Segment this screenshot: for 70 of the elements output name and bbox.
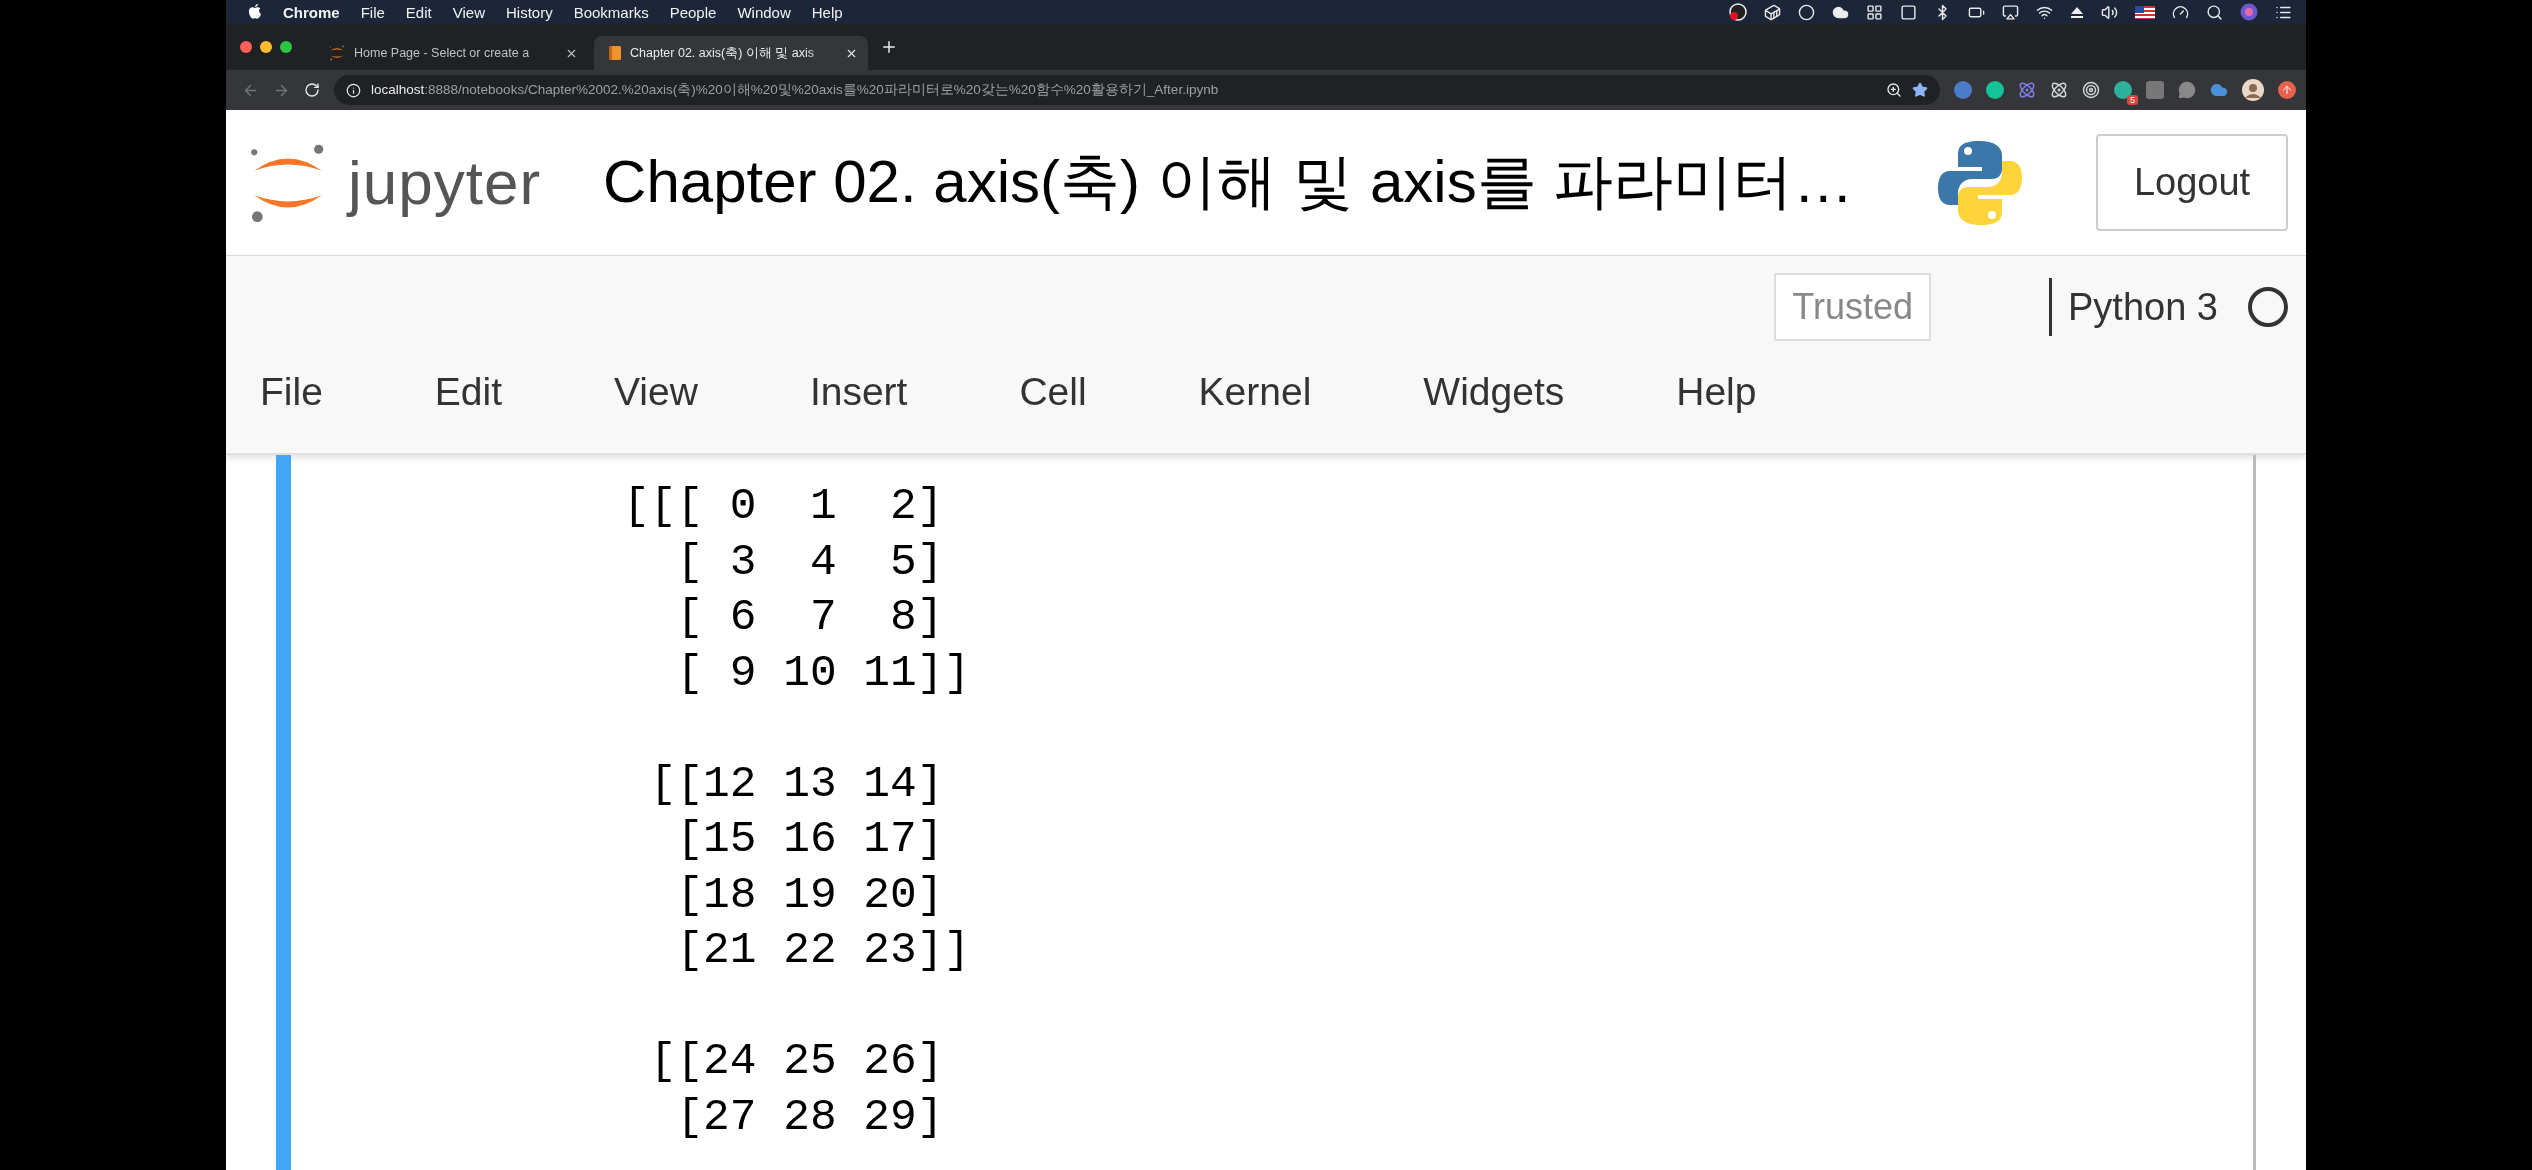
- menu-item[interactable]: Widgets: [1423, 360, 1565, 424]
- menu-item[interactable]: Help: [1676, 360, 1757, 424]
- menu-item[interactable]: View: [614, 360, 698, 424]
- output-line: [18 19 20]: [675, 868, 945, 922]
- menu-item[interactable]: Bookmarks: [573, 3, 649, 21]
- jupyter-logo-icon: [328, 44, 346, 62]
- minimize-window-button[interactable]: [260, 41, 272, 53]
- record-icon[interactable]: [1729, 3, 1747, 21]
- menu-item[interactable]: Edit: [405, 3, 432, 21]
- avatar-icon[interactable]: [2242, 79, 2264, 101]
- url-text: localhost:8888/notebooks/Chapter%2002.%20axis(축)%20이해%20및%20axis를%20파라미터로%20갖는%20함수%20활용하기_After.ipynb: [371, 81, 1220, 99]
- atom-icon[interactable]: [2018, 81, 2036, 99]
- jupyter-logo-text: jupyter: [348, 147, 542, 218]
- menu-item[interactable]: File: [360, 3, 385, 21]
- app-menu[interactable]: Chrome: [283, 3, 340, 21]
- gauge-icon[interactable]: [2172, 3, 2189, 21]
- tab-title: Home Page - Select or create a: [354, 46, 531, 60]
- new-tab-icon[interactable]: [880, 38, 898, 56]
- chat-bubble-icon[interactable]: [2178, 81, 2196, 99]
- browser-tab[interactable]: Chapter 02. axis(축) 이해 및 axis: [594, 36, 868, 70]
- search-icon[interactable]: [2206, 3, 2223, 21]
- container-icon[interactable]: [1764, 3, 1781, 21]
- output-line: [[12 13 14]: [648, 757, 945, 811]
- menu-item[interactable]: Cell: [1019, 360, 1087, 424]
- airplay-icon[interactable]: [2002, 3, 2019, 21]
- menu-item[interactable]: Edit: [434, 360, 503, 424]
- output-line: [15 16 17]: [675, 813, 945, 866]
- output-line: [ 9 10 11]]: [675, 646, 972, 700]
- menu-item[interactable]: Kernel: [1198, 360, 1312, 424]
- target-icon[interactable]: [2082, 81, 2100, 99]
- browser-tab[interactable]: Home Page - Select or create a: [314, 36, 588, 70]
- extension-icon[interactable]: [1954, 81, 1972, 99]
- menu-item[interactable]: File: [260, 360, 323, 424]
- extension-badge: 5: [2127, 95, 2138, 105]
- grid-icon[interactable]: [1866, 3, 1883, 21]
- output-line: [[24 25 26]: [648, 1035, 945, 1088]
- menu-item[interactable]: Window: [737, 3, 791, 21]
- close-window-button[interactable]: [240, 41, 252, 53]
- star-icon[interactable]: [1912, 82, 1928, 98]
- book-icon: [608, 45, 622, 61]
- menu-item[interactable]: Help: [811, 3, 843, 21]
- tab-title: Chapter 02. axis(축) 이해 및 axis: [630, 44, 815, 62]
- zoom-icon[interactable]: [1886, 82, 1902, 98]
- extension-icon[interactable]: [2114, 81, 2132, 99]
- extension-icon[interactable]: [1986, 81, 2004, 99]
- apple-icon: [248, 4, 262, 20]
- address-field[interactable]: localhost:8888/notebooks/Chapter%2002.%20axis(축)%20이해%20및%20axis를%20파라미터로%20갖는%20함수%20활용하기_After.ipynb: [334, 75, 1940, 105]
- kernel-name: Python 3: [2049, 278, 2218, 336]
- update-icon[interactable]: [2278, 81, 2296, 99]
- circle-icon[interactable]: [1798, 3, 1815, 21]
- logout-button[interactable]: Logout: [2096, 134, 2288, 231]
- output-line: [ 3 4 5]: [675, 535, 945, 589]
- menu-item[interactable]: Insert: [809, 360, 908, 424]
- output-line: [ 6 7 8]: [675, 591, 945, 644]
- volume-icon[interactable]: [2101, 3, 2118, 21]
- eject-icon[interactable]: [2070, 5, 2084, 19]
- siri-icon[interactable]: [2240, 3, 2258, 21]
- trusted-button[interactable]: Trusted: [1774, 273, 1931, 341]
- square-icon[interactable]: [1900, 3, 1917, 21]
- info-icon: [346, 82, 361, 98]
- menu-item[interactable]: People: [669, 3, 717, 21]
- notebook-title[interactable]: Chapter 02. axis(축) 이해 및 axis를 파라미터…: [603, 142, 1854, 223]
- output-line: [[[ 0 1 2]: [623, 480, 945, 533]
- reload-icon[interactable]: [304, 82, 320, 98]
- menu-item[interactable]: History: [505, 3, 553, 21]
- zoom-window-button[interactable]: [280, 41, 292, 53]
- output-line: [27 28 29]: [675, 1090, 945, 1144]
- output-line: [21 22 23]]: [675, 924, 972, 977]
- menu-item[interactable]: View: [452, 3, 485, 21]
- flag-icon[interactable]: [2135, 5, 2155, 19]
